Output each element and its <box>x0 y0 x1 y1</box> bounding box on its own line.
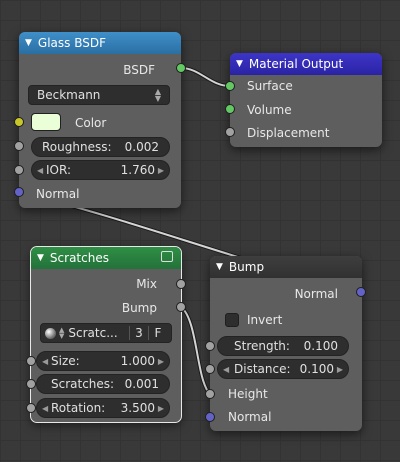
collapse-triangle-icon[interactable]: ▼ <box>236 59 243 69</box>
scratches-node[interactable]: ▼ Scratches Mix Bump ▲ ▼ Scratc... 3 F ◀ … <box>30 246 182 423</box>
texture-datablock-selector[interactable]: ▲ ▼ Scratc... 3 F <box>40 323 172 343</box>
mix-output-label: Mix <box>136 277 157 291</box>
roughness-input-socket[interactable] <box>14 141 24 151</box>
bump-normal-input-socket[interactable] <box>205 412 215 422</box>
bump-normal-input-label: Normal <box>228 410 272 424</box>
increment-arrow-icon[interactable]: ▶ <box>158 357 164 366</box>
distance-field[interactable]: ◀ Distance: 0.100 ▶ <box>217 359 349 379</box>
glass-bsdf-title: Glass BSDF <box>37 36 107 50</box>
bump-normal-output-socket[interactable] <box>356 287 366 297</box>
rotation-field[interactable]: ◀ Rotation: 3.500 ▶ <box>36 398 170 418</box>
datablock-name: Scratc... <box>68 326 118 340</box>
scratches-label: Scratches: <box>51 377 115 391</box>
surface-input-socket[interactable] <box>225 81 235 91</box>
decrement-arrow-icon[interactable]: ◀ <box>37 166 43 175</box>
datablock-users[interactable]: 3 <box>129 326 148 340</box>
strength-label: Strength: <box>234 339 290 353</box>
displacement-label: Displacement <box>247 126 330 140</box>
decrement-arrow-icon[interactable]: ◀ <box>42 357 48 366</box>
strength-value: 0.100 <box>303 339 338 353</box>
size-value: 1.000 <box>120 354 155 368</box>
rotation-label: Rotation: <box>51 401 106 415</box>
material-output-title: Material Output <box>248 57 344 71</box>
scratches-field[interactable]: Scratches: 0.001 <box>36 374 170 394</box>
material-output-node[interactable]: ▼ Material Output Surface Volume Displac… <box>230 53 382 147</box>
increment-arrow-icon[interactable]: ▶ <box>337 365 343 374</box>
surface-label: Surface <box>247 79 293 93</box>
size-field[interactable]: ◀ Size: 1.000 ▶ <box>36 351 170 371</box>
increment-arrow-icon[interactable]: ▶ <box>158 166 164 175</box>
bump-output-label: Bump <box>121 301 157 315</box>
color-label: Color <box>75 116 107 130</box>
material-output-header[interactable]: ▼ Material Output <box>230 53 382 75</box>
rotation-input-socket[interactable] <box>26 403 36 413</box>
ior-value: 1.760 <box>120 163 155 177</box>
size-input-socket[interactable] <box>26 356 36 366</box>
invert-checkbox[interactable] <box>225 313 239 327</box>
distance-value: 0.100 <box>299 362 334 376</box>
fake-user-button[interactable]: F <box>148 326 167 340</box>
ior-input-socket[interactable] <box>14 165 24 175</box>
glass-bsdf-header[interactable]: ▼ Glass BSDF <box>19 32 181 54</box>
roughness-field[interactable]: Roughness: 0.002 <box>31 137 170 157</box>
collapse-triangle-icon[interactable]: ▼ <box>216 262 223 272</box>
scratches-title: Scratches <box>49 251 109 265</box>
height-label: Height <box>228 387 268 401</box>
ior-field[interactable]: ◀ IOR: 1.760 ▶ <box>31 160 170 180</box>
bump-title: Bump <box>228 260 265 274</box>
scratches-value: 0.001 <box>124 377 159 391</box>
strength-field[interactable]: Strength: 0.100 <box>217 336 349 356</box>
strength-input-socket[interactable] <box>205 341 215 351</box>
distance-input-socket[interactable] <box>205 364 215 374</box>
roughness-value: 0.002 <box>124 140 159 154</box>
bump-header[interactable]: ▼ Bump <box>210 256 362 278</box>
displacement-input-socket[interactable] <box>225 127 235 137</box>
updown-arrows-icon: ▲ ▼ <box>154 87 161 103</box>
distribution-value: Beckmann <box>37 88 101 102</box>
color-swatch[interactable] <box>31 113 61 131</box>
bump-node[interactable]: ▼ Bump Normal Invert Strength: 0.100 ◀ D… <box>210 256 362 431</box>
volume-input-socket[interactable] <box>225 104 235 114</box>
rotation-value: 3.500 <box>120 401 155 415</box>
roughness-label: Roughness: <box>42 140 112 154</box>
glass-normal-input-socket[interactable] <box>14 187 24 197</box>
scratches-header[interactable]: ▼ Scratches <box>31 247 181 269</box>
scratches-input-socket[interactable] <box>26 379 36 389</box>
ior-label: IOR: <box>46 163 71 177</box>
normal-input-label: Normal <box>36 187 80 201</box>
collapse-triangle-icon[interactable]: ▼ <box>25 38 32 48</box>
invert-label: Invert <box>247 313 283 327</box>
decrement-arrow-icon[interactable]: ◀ <box>223 365 229 374</box>
bump-output-socket[interactable] <box>176 302 186 312</box>
decrement-arrow-icon[interactable]: ◀ <box>42 404 48 413</box>
mix-output-socket[interactable] <box>176 279 186 289</box>
node-group-icon[interactable] <box>161 251 173 262</box>
collapse-triangle-icon[interactable]: ▼ <box>37 253 44 263</box>
size-label: Size: <box>51 354 80 368</box>
volume-label: Volume <box>247 103 292 117</box>
bump-normal-output-label: Normal <box>294 287 338 301</box>
texture-icon <box>45 327 56 339</box>
increment-arrow-icon[interactable]: ▶ <box>158 404 164 413</box>
bsdf-output-label: BSDF <box>123 63 155 77</box>
bsdf-output-socket[interactable] <box>176 63 186 73</box>
distance-label: Distance: <box>234 362 291 376</box>
glass-bsdf-node[interactable]: ▼ Glass BSDF BSDF Beckmann ▲ ▼ Color Roug… <box>19 32 181 208</box>
color-input-socket[interactable] <box>14 117 24 127</box>
updown-arrows-icon: ▲ ▼ <box>59 326 65 340</box>
height-input-socket[interactable] <box>205 389 215 399</box>
distribution-dropdown[interactable]: Beckmann ▲ ▼ <box>28 85 170 105</box>
